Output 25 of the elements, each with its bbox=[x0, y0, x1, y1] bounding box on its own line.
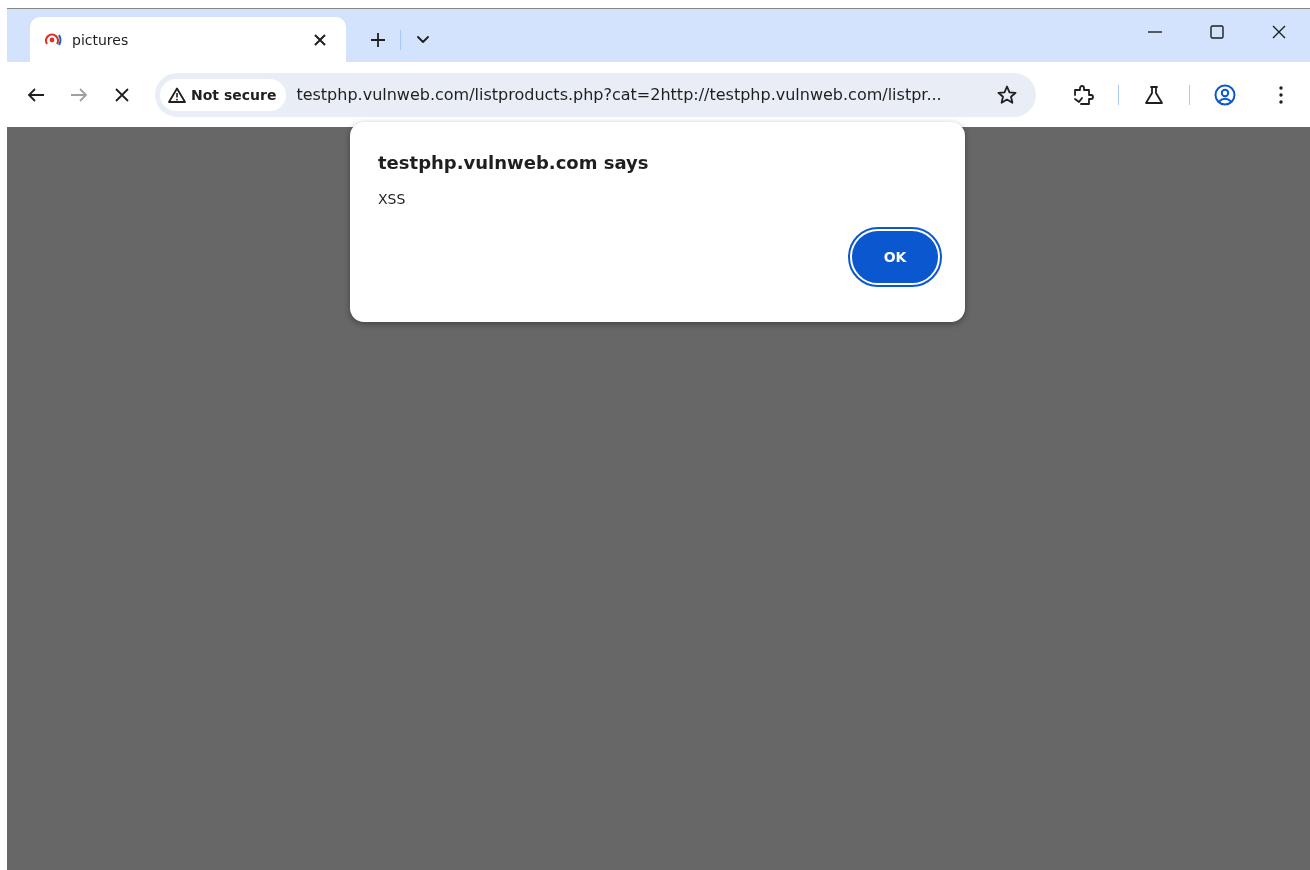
browser-tab[interactable]: pictures bbox=[30, 17, 346, 62]
menu-icon bbox=[1279, 85, 1283, 104]
star-icon bbox=[997, 84, 1017, 105]
plus-icon bbox=[370, 31, 386, 48]
chevron-down-icon bbox=[417, 35, 429, 44]
forward-arrow-icon bbox=[70, 86, 88, 103]
address-bar[interactable]: Not secure testphp.vulnweb.com/listproducts.php?cat=2http://testphp.vulnweb.com/listpr... bbox=[155, 72, 1036, 117]
back-arrow-icon bbox=[26, 86, 45, 103]
security-chip[interactable]: Not secure bbox=[160, 78, 287, 111]
maximize-icon bbox=[1210, 24, 1224, 39]
url-text: testphp.vulnweb.com/listproducts.php?cat=2http://testphp.vulnweb.com/listpr... bbox=[296, 85, 943, 104]
close-icon bbox=[115, 87, 130, 102]
close-icon bbox=[313, 32, 327, 47]
warning-icon bbox=[168, 86, 186, 103]
security-label: Not secure bbox=[191, 86, 277, 103]
dialog-message: XSS bbox=[378, 191, 407, 207]
ok-button[interactable]: OK bbox=[850, 229, 940, 285]
minimize-icon bbox=[1148, 30, 1162, 33]
tab-title: pictures bbox=[72, 31, 130, 48]
dialog-title: testphp.vulnweb.com says bbox=[378, 152, 650, 173]
close-icon bbox=[1272, 24, 1286, 39]
favicon-icon bbox=[44, 31, 62, 48]
profile-icon bbox=[1214, 83, 1236, 106]
puzzle-icon bbox=[1072, 83, 1094, 106]
flask-icon bbox=[1144, 84, 1164, 105]
